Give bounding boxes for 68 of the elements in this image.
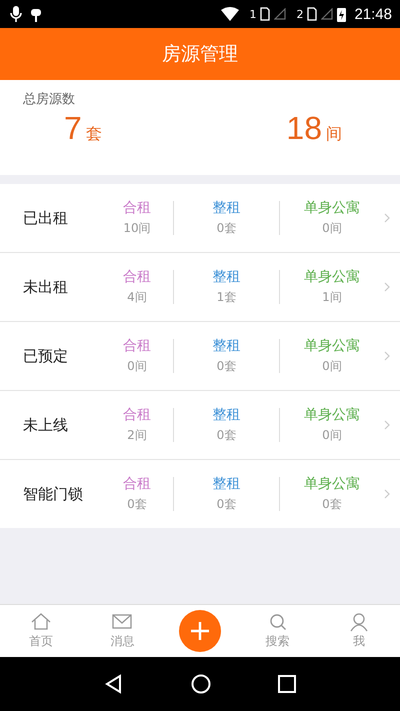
rental-count: 10间 <box>123 220 151 237</box>
status-row[interactable]: 智能门锁 合租 0套 整租 0套 单身公寓 0套 <box>0 460 400 528</box>
status-row[interactable]: 未出租 合租 4间 整租 1套 单身公寓 1间 <box>0 253 400 322</box>
rental-type: 整租 <box>212 199 240 217</box>
microphone-icon <box>10 6 22 22</box>
row-label: 未上线 <box>23 416 69 434</box>
rental-count: 4间 <box>127 289 147 306</box>
rental-type: 合租 <box>123 199 151 217</box>
rental-count: 1套 <box>216 289 236 306</box>
back-icon <box>104 674 124 694</box>
row-label: 已预定 <box>23 346 69 366</box>
status-row[interactable]: 未上线 合租 2间 整租 0套 单身公寓 0间 <box>0 391 400 460</box>
rental-count: 0套 <box>322 496 342 513</box>
rental-type: 单身公寓 <box>304 406 360 424</box>
rental-type: 整租 <box>212 406 240 424</box>
rental-type: 单身公寓 <box>304 268 360 286</box>
summary-label: 总房源数 <box>22 91 76 108</box>
recents-icon <box>278 675 296 693</box>
rental-count: 0套 <box>216 496 236 513</box>
home-circle-icon <box>190 674 211 694</box>
page-title: 房源管理 <box>162 42 238 67</box>
battery-charging-icon <box>337 6 346 22</box>
wifi-icon <box>221 7 240 21</box>
rental-type: 整租 <box>212 475 240 493</box>
rental-type: 单身公寓 <box>304 475 360 493</box>
chevron-icon <box>384 351 390 361</box>
rental-type: 单身公寓 <box>304 199 360 217</box>
add-button[interactable] <box>178 610 221 652</box>
rental-count: 0间 <box>322 358 342 375</box>
rental-count: 0间 <box>322 220 342 237</box>
status-row[interactable]: 已出租 合租 10间 整租 0套 单身公寓 0间 <box>0 184 400 253</box>
rental-type: 合租 <box>123 406 151 424</box>
rental-type: 整租 <box>212 268 240 286</box>
person-icon <box>348 612 370 632</box>
rental-type: 整租 <box>212 337 240 355</box>
rental-count: 0套 <box>216 220 236 237</box>
rental-type: 单身公寓 <box>304 337 360 355</box>
rental-type: 合租 <box>123 475 151 493</box>
rental-count: 2间 <box>127 427 147 444</box>
signal-icon <box>274 8 286 20</box>
plus-icon <box>190 622 209 640</box>
total-number: 18 <box>286 110 322 147</box>
rental-type: 合租 <box>123 337 151 355</box>
row-label: 智能门锁 <box>23 484 84 504</box>
rental-count: 0套 <box>216 427 236 444</box>
chevron-icon <box>384 420 390 430</box>
total-unit: 套 <box>86 124 102 145</box>
rental-count: 0间 <box>322 427 342 444</box>
clock-time: 21:48 <box>354 6 392 22</box>
sim-card-icon <box>260 7 270 21</box>
row-label: 已出租 <box>23 208 69 228</box>
signal-icon <box>321 8 334 20</box>
sim-slot-number: 1 <box>249 8 256 20</box>
total-unit: 间 <box>326 124 342 145</box>
rental-count: 1间 <box>322 289 342 306</box>
sim-slot-number: 2 <box>296 8 304 20</box>
chevron-icon <box>384 489 390 499</box>
rental-type: 合租 <box>123 268 151 286</box>
chevron-icon <box>384 213 390 223</box>
sim-card-icon <box>307 7 318 21</box>
home-icon <box>30 612 52 632</box>
total-number: 7 <box>64 110 82 147</box>
chevron-icon <box>384 282 390 292</box>
rental-count: 0间 <box>127 358 147 375</box>
rental-count: 0套 <box>127 496 147 513</box>
row-label: 未出租 <box>23 278 69 296</box>
status-row[interactable]: 已预定 合租 0间 整租 0套 单身公寓 0间 <box>0 322 400 391</box>
rental-count: 0套 <box>216 358 236 375</box>
